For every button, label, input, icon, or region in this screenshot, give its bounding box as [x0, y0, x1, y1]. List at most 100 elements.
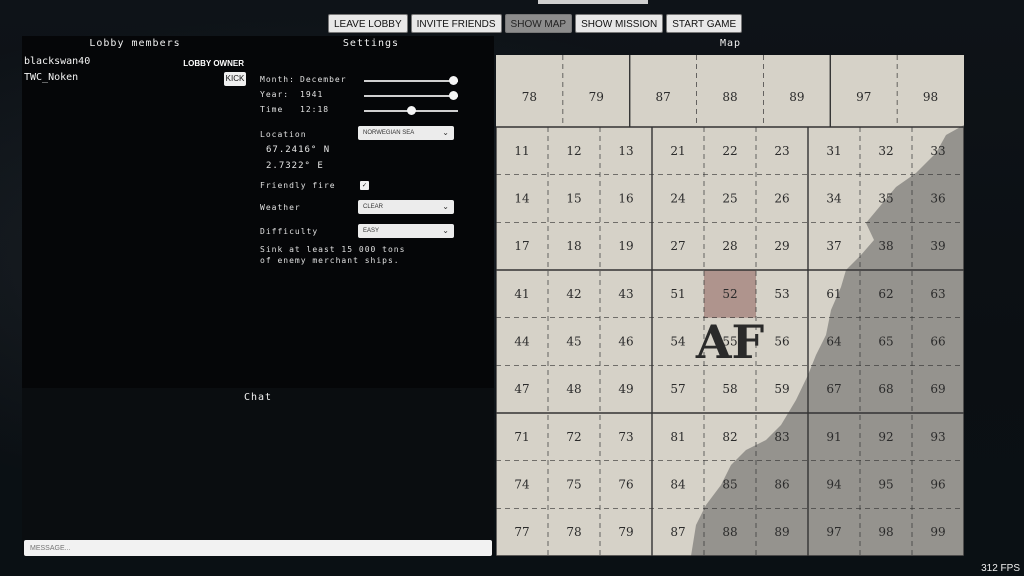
- grid-cell-number: 61: [826, 287, 841, 301]
- grid-cell-number: 79: [618, 525, 633, 539]
- grid-cell-number: 87: [656, 90, 671, 104]
- grid-cell-number: 63: [930, 287, 945, 301]
- grid-cell-number: 65: [878, 335, 893, 349]
- grid-cell-number: 97: [856, 90, 871, 104]
- mission-objective: Sink at least 15 000 tons of enemy merch…: [260, 245, 406, 265]
- grid-cell-number: 75: [566, 478, 581, 492]
- grid-map[interactable]: 78 79 87 88 89 97 98 11 12 13 21 22 23 31 32 33 14 15 16 24…: [496, 55, 964, 556]
- weather-select[interactable]: CLEAR ⌄: [358, 200, 454, 214]
- grid-cell-number: 57: [670, 382, 685, 396]
- grid-cell-number: 33: [930, 144, 945, 158]
- member-name: TWC_Noken: [24, 72, 79, 83]
- grid-cell-number: 32: [878, 144, 893, 158]
- grid-cell-number: 35: [878, 192, 893, 206]
- grid-cell-number: 59: [774, 382, 789, 396]
- show-map-button[interactable]: SHOW MAP: [504, 14, 573, 33]
- grid-cell-number: 83: [774, 430, 789, 444]
- grid-cell-number: 93: [930, 430, 945, 444]
- month-slider[interactable]: [364, 76, 458, 85]
- grid-cell-number: 47: [514, 382, 529, 396]
- grid-cell-number: 26: [774, 192, 789, 206]
- grid-cell-number: 24: [670, 192, 686, 206]
- chevron-down-icon: ⌄: [442, 226, 449, 235]
- grid-cell-number: 36: [930, 192, 945, 206]
- grid-cell-number: 91: [826, 430, 841, 444]
- grid-cell-number: 23: [774, 144, 789, 158]
- grid-cell-number: 44: [514, 335, 530, 349]
- grid-cell-number: 64: [826, 335, 842, 349]
- fps-counter: 312 FPS: [981, 563, 1020, 574]
- grid-cell-number: 42: [566, 287, 581, 301]
- difficulty-select-value: EASY: [363, 228, 380, 234]
- chat-title: Chat: [244, 392, 273, 403]
- grid-cell-number: 71: [514, 430, 529, 444]
- kick-button[interactable]: KICK: [224, 72, 246, 86]
- slider-knob[interactable]: [406, 106, 416, 115]
- difficulty-select[interactable]: EASY ⌄: [358, 224, 454, 238]
- time-label: Time: [260, 105, 284, 114]
- grid-cell-number: 19: [618, 239, 633, 253]
- grid-cell-number: 69: [930, 382, 945, 396]
- friendly-fire-checkbox[interactable]: ✓: [360, 181, 369, 190]
- grid-cell-number: 99: [930, 525, 945, 539]
- leave-lobby-button[interactable]: LEAVE LOBBY: [328, 14, 408, 33]
- grid-cell-number: 13: [618, 144, 633, 158]
- grid-cell-number: 78: [566, 525, 581, 539]
- slider-knob[interactable]: [449, 76, 458, 85]
- grid-cell-number: 11: [514, 144, 529, 158]
- grid-cell-number: 73: [618, 430, 633, 444]
- difficulty-label: Difficulty: [260, 227, 319, 236]
- grid-cell-number: 85: [722, 478, 737, 492]
- grid-cell-number: 87: [670, 525, 685, 539]
- grid-cell-number: 53: [774, 287, 789, 301]
- slider-knob[interactable]: [449, 91, 458, 100]
- grid-cell-number: 22: [722, 144, 737, 158]
- longitude-readout: 2.7322° E: [266, 161, 324, 171]
- grid-cell-number: 78: [522, 90, 537, 104]
- lobby-toolbar: LEAVE LOBBY INVITE FRIENDS SHOW MAP SHOW…: [328, 14, 743, 33]
- grid-cell-number: 66: [930, 335, 945, 349]
- grid-cell-number: 31: [826, 144, 841, 158]
- grid-cell-number: 92: [878, 430, 893, 444]
- grid-cell-number: 46: [618, 335, 633, 349]
- top-indicator: [538, 0, 648, 4]
- grid-cell-number: 27: [670, 239, 685, 253]
- weather-label: Weather: [260, 203, 301, 212]
- grid-cell-number: 72: [566, 430, 581, 444]
- chat-message-input[interactable]: [24, 540, 492, 556]
- grid-cell-number: 68: [878, 382, 893, 396]
- location-select[interactable]: NORWEGIAN SEA ⌄: [358, 126, 454, 140]
- grid-cell-number: 56: [774, 335, 789, 349]
- map-title: Map: [720, 38, 742, 49]
- grid-cell-number: 89: [774, 525, 789, 539]
- grid-cell-number: 86: [774, 478, 789, 492]
- show-mission-button[interactable]: SHOW MISSION: [575, 14, 664, 33]
- friendly-fire-label: Friendly fire: [260, 181, 336, 190]
- weather-select-value: CLEAR: [363, 204, 384, 210]
- settings-title: Settings: [342, 38, 400, 49]
- year-slider[interactable]: [364, 91, 458, 100]
- grid-cell-number: 18: [566, 239, 581, 253]
- grid-cell-number: 12: [566, 144, 581, 158]
- grid-cell-number: 43: [618, 287, 633, 301]
- grid-cell-number: 79: [589, 90, 604, 104]
- grid-cell-number: 82: [722, 430, 737, 444]
- square-label: AF: [695, 315, 765, 369]
- map-panel[interactable]: 78 79 87 88 89 97 98 11 12 13 21 22 23 31 32 33 14 15 16 24…: [496, 55, 964, 556]
- grid-cell-number: 52: [722, 287, 737, 301]
- grid-cell-number: 51: [670, 287, 685, 301]
- time-slider[interactable]: [364, 106, 458, 115]
- grid-cell-number: 25: [722, 192, 737, 206]
- month-label: Month:: [260, 75, 295, 84]
- location-label: Location: [260, 130, 307, 139]
- lobby-members-panel: Lobby members blackswan40 LOBBY OWNER TW…: [22, 36, 248, 388]
- year-value: 1941: [300, 90, 324, 99]
- grid-cell-number: 94: [826, 478, 842, 492]
- location-select-value: NORWEGIAN SEA: [363, 130, 415, 136]
- invite-friends-button[interactable]: INVITE FRIENDS: [410, 14, 502, 33]
- grid-cell-number: 58: [722, 382, 737, 396]
- grid-cell-number: 39: [930, 239, 945, 253]
- grid-cell-number: 37: [826, 239, 841, 253]
- start-game-button[interactable]: START GAME: [666, 14, 743, 33]
- year-label: Year:: [260, 90, 290, 99]
